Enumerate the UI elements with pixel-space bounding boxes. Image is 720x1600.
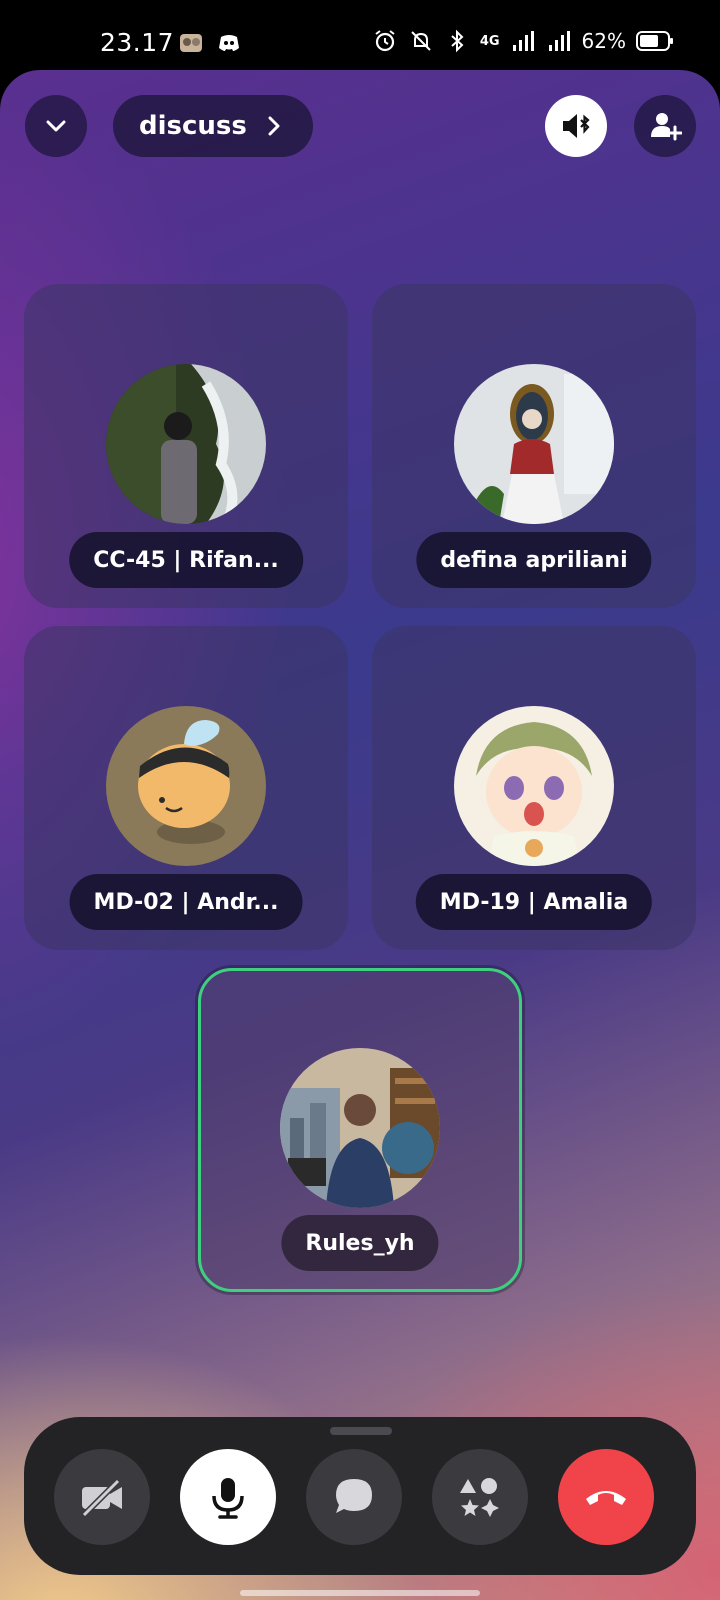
participant-tile[interactable]: defina apriliani bbox=[372, 284, 696, 608]
add-person-icon bbox=[651, 113, 682, 141]
activities-button[interactable] bbox=[432, 1449, 528, 1545]
phone-hangup-icon bbox=[586, 1491, 626, 1505]
microphone-icon bbox=[212, 1478, 244, 1519]
status-time: 23.17 bbox=[100, 28, 175, 57]
avatar bbox=[454, 706, 614, 866]
mute-icon bbox=[411, 31, 431, 51]
chevron-down-icon bbox=[46, 120, 66, 132]
photo-notification-icon bbox=[180, 34, 202, 52]
participant-name: MD-02 | Andr... bbox=[69, 874, 303, 930]
participant-name: Rules_yh bbox=[281, 1215, 439, 1271]
call-control-bar bbox=[24, 1417, 696, 1575]
signal-icon bbox=[512, 31, 534, 51]
alarm-icon bbox=[375, 30, 395, 52]
audio-output-button[interactable] bbox=[545, 95, 607, 157]
invite-button[interactable] bbox=[634, 95, 696, 157]
battery-percent: 62% bbox=[581, 29, 626, 53]
avatar bbox=[106, 706, 266, 866]
camera-toggle-button[interactable] bbox=[54, 1449, 150, 1545]
network-type: 4G bbox=[479, 33, 500, 49]
microphone-button[interactable] bbox=[180, 1449, 276, 1545]
speaker-bluetooth-icon bbox=[563, 114, 590, 138]
channel-name: discuss bbox=[139, 111, 247, 141]
bluetooth-icon bbox=[451, 29, 464, 53]
camera-off-icon bbox=[81, 1478, 122, 1518]
participant-name: defina apriliani bbox=[416, 532, 652, 588]
hang-up-button[interactable] bbox=[558, 1449, 654, 1545]
drag-handle[interactable] bbox=[330, 1427, 392, 1435]
participant-tile[interactable]: MD-19 | Amalia bbox=[372, 626, 696, 950]
voice-call-screen: discuss CC-45 | Rifan... defina aprilian… bbox=[0, 70, 720, 1600]
signal-icon bbox=[548, 31, 570, 51]
battery-icon bbox=[636, 31, 673, 51]
chevron-right-icon bbox=[268, 116, 280, 136]
home-indicator bbox=[240, 1590, 480, 1596]
participant-name: CC-45 | Rifan... bbox=[69, 532, 303, 588]
participant-tile[interactable]: CC-45 | Rifan... bbox=[24, 284, 348, 608]
chat-button[interactable] bbox=[306, 1449, 402, 1545]
avatar bbox=[280, 1048, 440, 1208]
avatar bbox=[454, 364, 614, 524]
channel-name-button[interactable]: discuss bbox=[113, 95, 313, 157]
collapse-button[interactable] bbox=[25, 95, 87, 157]
chat-icon bbox=[336, 1479, 372, 1513]
discord-icon bbox=[219, 35, 239, 51]
participant-tile[interactable]: MD-02 | Andr... bbox=[24, 626, 348, 950]
avatar bbox=[106, 364, 266, 524]
activities-icon bbox=[460, 1478, 499, 1517]
participant-name: MD-19 | Amalia bbox=[415, 874, 653, 930]
participant-tile-speaking[interactable]: Rules_yh bbox=[198, 968, 522, 1292]
